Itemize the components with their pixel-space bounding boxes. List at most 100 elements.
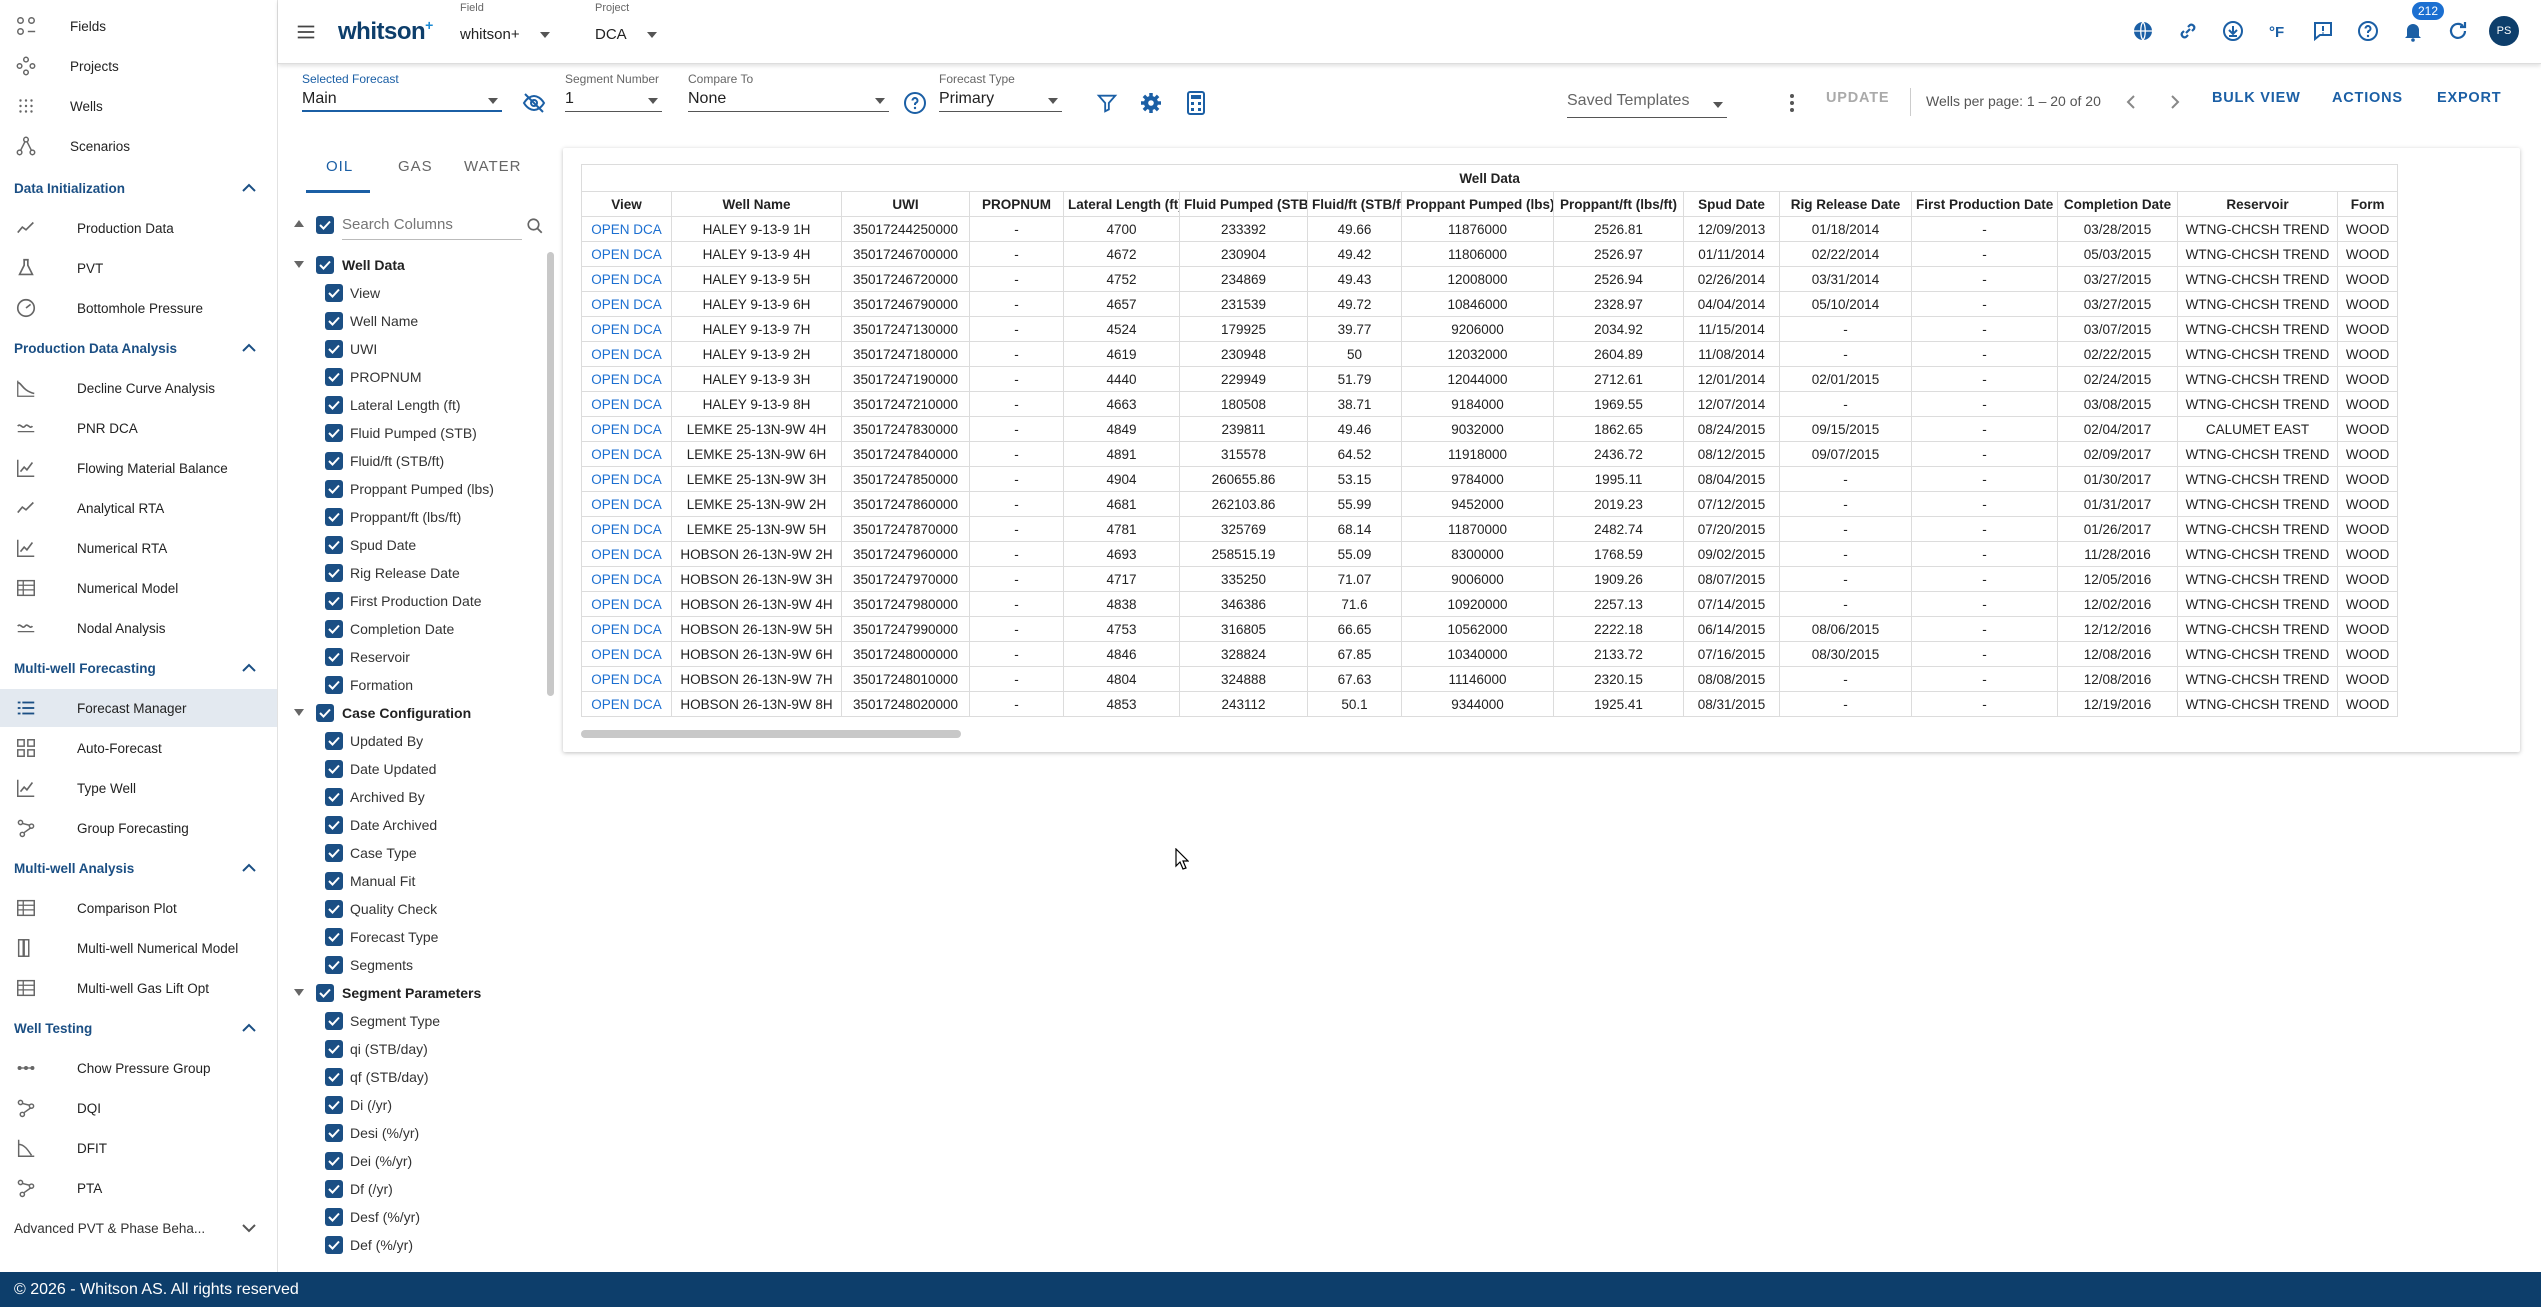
open-dca-link[interactable]: OPEN DCA: [591, 372, 662, 387]
column-checkbox[interactable]: [325, 1040, 343, 1058]
column-option-dei-yr[interactable]: Dei (%/yr): [292, 1147, 547, 1175]
open-dca-link[interactable]: OPEN DCA: [591, 322, 662, 337]
chevron-up-icon[interactable]: [240, 179, 258, 197]
column-checkbox[interactable]: [325, 1152, 343, 1170]
column-option-quality-check[interactable]: Quality Check: [292, 895, 547, 923]
field-selector[interactable]: Field whitson+: [460, 2, 550, 43]
chevron-left-icon[interactable]: [2121, 92, 2141, 112]
open-dca-link[interactable]: OPEN DCA: [591, 572, 662, 587]
column-checkbox[interactable]: [325, 1012, 343, 1030]
column-checkbox[interactable]: [325, 900, 343, 918]
column-checkbox[interactable]: [325, 816, 343, 834]
column-option-segment-type[interactable]: Segment Type: [292, 1007, 547, 1035]
expand-icon[interactable]: [294, 261, 304, 268]
column-checkbox[interactable]: [325, 676, 343, 694]
column-checkbox[interactable]: [325, 620, 343, 638]
nav-item-pvt[interactable]: PVT: [0, 249, 277, 287]
column-option-reservoir[interactable]: Reservoir: [292, 643, 547, 671]
open-dca-link[interactable]: OPEN DCA: [591, 497, 662, 512]
column-option-proppant-ft-lbs-ft[interactable]: Proppant/ft (lbs/ft): [292, 503, 547, 531]
chevron-up-icon[interactable]: [240, 1019, 258, 1037]
chevron-up-icon[interactable]: [240, 339, 258, 357]
column-header-reservoir[interactable]: Reservoir: [2177, 191, 2338, 217]
open-dca-link[interactable]: OPEN DCA: [591, 547, 662, 562]
column-checkbox[interactable]: [325, 284, 343, 302]
column-option-di-yr[interactable]: Di (/yr): [292, 1091, 547, 1119]
nav-item-multi-well-numerical-model[interactable]: Multi-well Numerical Model: [0, 929, 277, 967]
table-row[interactable]: OPEN DCA LEMKE 25-13N-9W 4H 35017247830000…: [581, 416, 2399, 442]
column-checkbox[interactable]: [325, 928, 343, 946]
nav-item-comparison-plot[interactable]: Comparison Plot: [0, 889, 277, 927]
nav-item-analytical-rta[interactable]: Analytical RTA: [0, 489, 277, 527]
column-header-spud-date[interactable]: Spud Date: [1683, 191, 1780, 217]
column-option-updated-by[interactable]: Updated By: [292, 727, 547, 755]
column-option-qi-stb-day[interactable]: qi (STB/day): [292, 1035, 547, 1063]
open-dca-link[interactable]: OPEN DCA: [591, 247, 662, 262]
column-checkbox[interactable]: [325, 312, 343, 330]
table-horizontal-scrollbar[interactable]: [581, 730, 961, 738]
nav-item-multi-well-gas-lift-opt[interactable]: Multi-well Gas Lift Opt: [0, 969, 277, 1007]
table-row[interactable]: OPEN DCA HALEY 9-13-9 4H 35017246700000-46…: [581, 241, 2399, 267]
nav-item-bottomhole-pressure[interactable]: Bottomhole Pressure: [0, 289, 277, 327]
search-columns-input[interactable]: [342, 210, 522, 240]
column-header-lateral-length-ft[interactable]: Lateral Length (ft): [1063, 191, 1180, 217]
table-row[interactable]: OPEN DCA HALEY 9-13-9 1H 35017244250000-47…: [581, 216, 2399, 242]
column-option-def-yr[interactable]: Def (%/yr): [292, 1231, 547, 1259]
nav-item-scenarios[interactable]: Scenarios: [0, 127, 277, 165]
column-option-formation[interactable]: Formation: [292, 671, 547, 699]
column-header-fluid-ft-stb-ft[interactable]: Fluid/ft (STB/ft): [1307, 191, 1402, 217]
nav-item-pnr-dca[interactable]: PNR DCA: [0, 409, 277, 447]
help-icon[interactable]: [2353, 16, 2383, 46]
open-dca-link[interactable]: OPEN DCA: [591, 397, 662, 412]
nav-item-type-well[interactable]: Type Well: [0, 769, 277, 807]
select-all-checkbox[interactable]: [316, 216, 334, 234]
nav-item-decline-curve-analysis[interactable]: Decline Curve Analysis: [0, 369, 277, 407]
column-checkbox[interactable]: [325, 1096, 343, 1114]
open-dca-link[interactable]: OPEN DCA: [591, 272, 662, 287]
column-checkbox[interactable]: [325, 760, 343, 778]
table-row[interactable]: OPEN DCA HALEY 9-13-9 8H 35017247210000-46…: [581, 391, 2399, 417]
globe-icon[interactable]: [2128, 16, 2158, 46]
tab-oil[interactable]: OIL: [326, 158, 353, 175]
column-checkbox[interactable]: [325, 844, 343, 862]
link-icon[interactable]: [2173, 16, 2203, 46]
column-option-qf-stb-day[interactable]: qf (STB/day): [292, 1063, 547, 1091]
column-option-spud-date[interactable]: Spud Date: [292, 531, 547, 559]
open-dca-link[interactable]: OPEN DCA: [591, 672, 662, 687]
column-checkbox[interactable]: [325, 872, 343, 890]
column-header-view[interactable]: View: [581, 191, 672, 217]
column-header-fluid-pumped-stb[interactable]: Fluid Pumped (STB): [1179, 191, 1308, 217]
open-dca-link[interactable]: OPEN DCA: [591, 472, 662, 487]
table-row[interactable]: OPEN DCA HALEY 9-13-9 6H 35017246790000-46…: [581, 291, 2399, 317]
table-row[interactable]: OPEN DCA HOBSON 26-13N-9W 3H 3501724797000…: [581, 566, 2399, 592]
menu-icon[interactable]: [292, 18, 320, 46]
bulk-view-button[interactable]: BULK VIEW: [2212, 90, 2301, 106]
tab-water[interactable]: WATER: [464, 158, 522, 175]
column-option-fluid-ft-stb-ft[interactable]: Fluid/ft (STB/ft): [292, 447, 547, 475]
nav-item-production-data[interactable]: Production Data: [0, 209, 277, 247]
table-row[interactable]: OPEN DCA HOBSON 26-13N-9W 8H 3501724802000…: [581, 691, 2399, 717]
column-group-well-data[interactable]: Well Data: [292, 251, 547, 279]
table-row[interactable]: OPEN DCA HOBSON 26-13N-9W 6H 3501724800000…: [581, 641, 2399, 667]
column-header-rig-release-date[interactable]: Rig Release Date: [1779, 191, 1912, 217]
column-checkbox[interactable]: [325, 648, 343, 666]
table-row[interactable]: OPEN DCA HOBSON 26-13N-9W 7H 3501724801000…: [581, 666, 2399, 692]
open-dca-link[interactable]: OPEN DCA: [591, 447, 662, 462]
chevron-up-icon[interactable]: [240, 659, 258, 677]
column-checkbox[interactable]: [325, 424, 343, 442]
table-row[interactable]: OPEN DCA LEMKE 25-13N-9W 5H 35017247870000…: [581, 516, 2399, 542]
open-dca-link[interactable]: OPEN DCA: [591, 422, 662, 437]
nav-item-dfit[interactable]: DFIT: [0, 1129, 277, 1167]
column-option-proppant-pumped-lbs[interactable]: Proppant Pumped (lbs): [292, 475, 547, 503]
column-option-well-name[interactable]: Well Name: [292, 307, 547, 335]
column-option-rig-release-date[interactable]: Rig Release Date: [292, 559, 547, 587]
filter-icon[interactable]: [1094, 90, 1120, 116]
open-dca-link[interactable]: OPEN DCA: [591, 647, 662, 662]
column-option-lateral-length-ft[interactable]: Lateral Length (ft): [292, 391, 547, 419]
column-option-uwi[interactable]: UWI: [292, 335, 547, 363]
column-option-view[interactable]: View: [292, 279, 547, 307]
bell-icon[interactable]: [2398, 16, 2428, 46]
nav-item-chow-pressure-group[interactable]: Chow Pressure Group: [0, 1049, 277, 1087]
open-dca-link[interactable]: OPEN DCA: [591, 622, 662, 637]
open-dca-link[interactable]: OPEN DCA: [591, 697, 662, 712]
